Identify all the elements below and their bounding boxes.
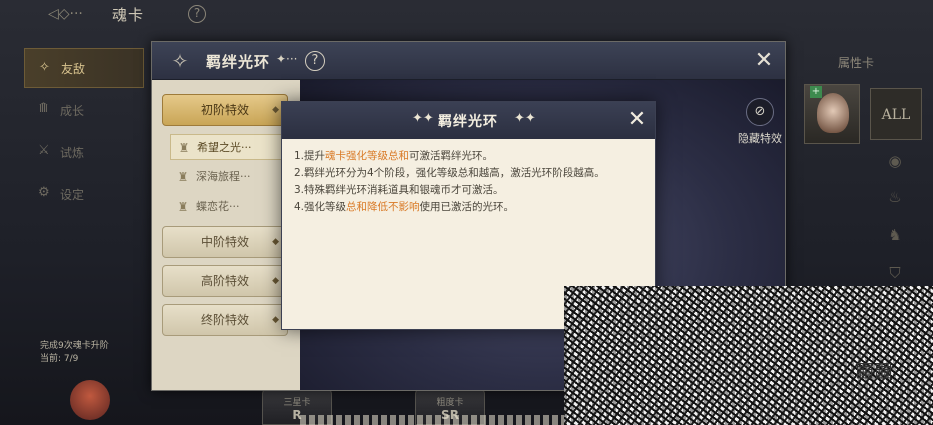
dialog-header: ✦✦ 羁绊光环 ✦✦ ✕ [282,102,655,139]
nav-item-trial[interactable]: ⚔ 试炼 [24,132,144,172]
chevron-icon: ◆ [272,315,279,325]
lantern-icon: ♜ [177,170,189,184]
panel-title: 羁绊光环 [206,53,271,71]
chevron-icon: ◆ [272,237,279,247]
rule-text: 4.强化等级 [294,201,347,213]
attribute-card-label: 属性卡 [838,56,875,70]
rule-line-4: 4.强化等级总和降低不影响使用已激活的光环。 [294,199,644,216]
nav-item-label: 设定 [60,187,85,202]
trial-icon: ⚔ [38,143,50,158]
grid-icon: ▦▦ [855,357,893,381]
chevron-icon: ◆ [272,276,279,286]
eye-off-icon: ⊘ [746,98,774,126]
growth-icon: ⟰ [38,101,49,116]
rule-highlight: 魂卡强化等级总和 [325,150,410,162]
panel-header: ✧ 羁绊光环 ✦··· ? ✕ [152,42,785,80]
rule-text: 可激活羁绊光环。 [409,150,494,162]
earth-element-icon[interactable]: ♞ [882,222,908,248]
rules-list: 1.提升魂卡强化等级总和可激活羁绊光环。 2.羁绊光环分为4个阶段，强化等级总和… [294,148,644,216]
tab-label: 终阶特效 [200,313,249,327]
settings-icon: ⚙ [38,185,50,200]
tier-tabs: 初阶特效 ◆ ♜ 希望之光··· ♜ 深海旅程··· ♜ 蝶恋花··· 中阶特效… [152,80,300,390]
hide-effects-label: 隐藏特效 [738,132,782,145]
hide-effects-toggle[interactable]: ⊘ 隐藏特效 [730,98,785,146]
nav-item-label: 友敌 [61,61,86,76]
bottom-card-label: 粗度卡 [436,398,464,408]
all-filter-button[interactable]: ALL [870,88,922,140]
rule-text: 3.特殊羁绊光环消耗道具和银魂币才可激活。 [294,184,504,196]
ornate-star-icon: ✧ [39,60,50,75]
progress-line-1: 完成9次魂卡升阶 [40,341,109,351]
chevron-icon: ◆ [272,105,279,115]
back-icon[interactable]: ◁◇··· [48,6,108,24]
close-icon[interactable]: ✕ [752,49,776,73]
bottom-card-label: 三星卡 [283,398,311,408]
lantern-icon: ♜ [177,200,189,214]
effect-item-deep-sea[interactable]: ♜ 深海旅程··· [170,164,282,190]
help-icon[interactable]: ? [188,5,206,23]
left-nav: ✧ 友敌 ⟰ 成长 ⚔ 试炼 ⚙ 设定 [0,40,150,425]
effect-item-label: 希望之光··· [197,141,252,154]
progress-line-2: 当前: 7/9 [40,354,79,364]
plus-badge: + [810,86,822,98]
sparkle-icon: ✦✦ [514,111,536,126]
nav-item-growth[interactable]: ⟰ 成长 [24,90,144,130]
rule-text: 1.提升 [294,150,326,162]
nav-item-settings[interactable]: ⚙ 设定 [24,174,144,214]
rule-text: 2.羁绊光环分为4个阶段，强化等级总和越高，激活光环阶段越高。 [294,167,605,179]
tab-label: 高阶特效 [200,274,249,288]
nav-item-label: 试炼 [60,145,85,160]
rule-highlight: 总和降低不影响 [346,201,420,213]
tab-tier-2[interactable]: 中阶特效 ◆ [162,226,288,258]
rule-line-3: 3.特殊羁绊光环消耗道具和银魂币才可激活。 [294,182,644,199]
rule-line-2: 2.羁绊光环分为4个阶段，强化等级总和越高，激活光环阶段越高。 [294,165,644,182]
help-icon[interactable]: ? [305,51,325,71]
page-title: 魂卡 [112,6,145,24]
close-icon[interactable]: ✕ [625,108,649,132]
nav-item-friends[interactable]: ✧ 友敌 [24,48,144,88]
lantern-icon: ♜ [178,141,190,155]
title-decoration: ✦··· [276,52,298,66]
nav-item-label: 成长 [60,103,85,118]
effect-item-label: 深海旅程··· [196,170,251,183]
effect-item-hope-light[interactable]: ♜ 希望之光··· [170,134,282,160]
tab-tier-3[interactable]: 高阶特效 ◆ [162,265,288,297]
rule-line-1: 1.提升魂卡强化等级总和可激活羁绊光环。 [294,148,644,165]
wind-element-icon[interactable]: ◉ [882,148,908,174]
card-portrait [817,93,849,133]
rule-text: 使用已激活的光环。 [419,201,515,213]
fire-element-icon[interactable]: ♨ [882,184,908,210]
tab-tier-1[interactable]: 初阶特效 ◆ [162,94,288,126]
tab-label: 中阶特效 [200,235,249,249]
progress-text: 完成9次魂卡升阶 当前: 7/9 [40,340,109,366]
effect-item-butterfly[interactable]: ♜ 蝶恋花··· [170,194,282,220]
tab-tier-4[interactable]: 终阶特效 ◆ [162,304,288,336]
effect-item-label: 蝶恋花··· [196,200,240,213]
top-bar: ◁◇··· 魂卡 ? [0,0,933,36]
dialog-title: 羁绊光环 [438,114,498,130]
compass-star-icon: ✧ [171,49,189,73]
tab-label: 初阶特效 [200,103,249,117]
shield-element-icon[interactable]: ⛉ [882,260,908,286]
avatar[interactable] [70,380,110,420]
